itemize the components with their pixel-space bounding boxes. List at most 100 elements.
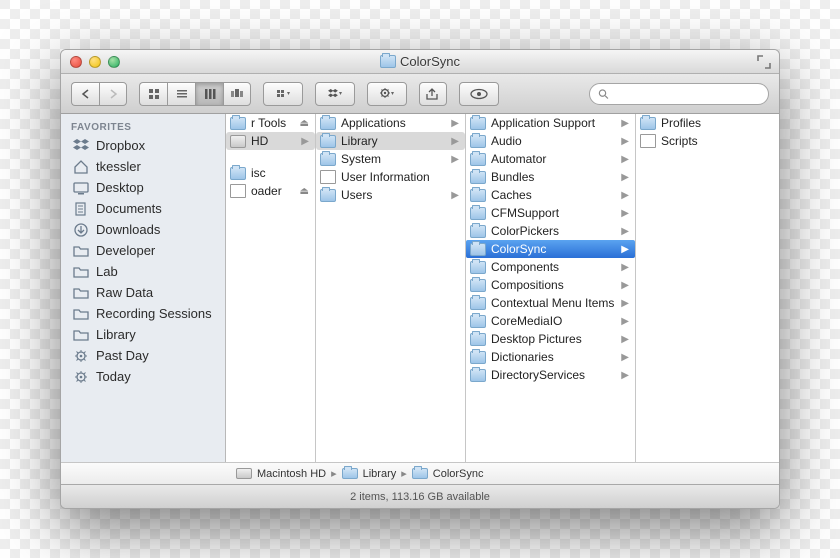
folder-icon	[470, 279, 486, 292]
list-item[interactable]: Applications▶	[316, 114, 465, 132]
folder-icon	[470, 315, 486, 328]
sidebar-item-desktop[interactable]: Desktop	[61, 177, 225, 198]
list-item[interactable]: System▶	[316, 150, 465, 168]
item-label: Application Support	[491, 116, 595, 130]
list-item[interactable]: oader⏏	[226, 182, 315, 200]
item-label: ColorSync	[491, 242, 546, 256]
item-label: Scripts	[661, 134, 698, 148]
list-item[interactable]: HD▶	[226, 132, 315, 150]
path-segment[interactable]: Macintosh HD	[257, 468, 326, 480]
window-body: FAVORITES DropboxtkesslerDesktopDocument…	[61, 114, 779, 462]
column-3[interactable]: Profiles Scripts	[636, 114, 716, 462]
item-label: Bundles	[491, 170, 534, 184]
share-button[interactable]	[419, 82, 447, 106]
quicklook-button[interactable]	[459, 82, 499, 106]
view-mode-buttons	[139, 82, 251, 106]
list-item[interactable]: Application Support ▶	[466, 114, 635, 132]
icon-view-button[interactable]	[139, 82, 167, 106]
list-item[interactable]: Bundles▶	[466, 168, 635, 186]
path-separator-icon: ▸	[331, 467, 337, 480]
list-item[interactable]: Automator▶	[466, 150, 635, 168]
sidebar-item-label: Lab	[96, 264, 118, 279]
list-item[interactable]: isc	[226, 164, 315, 182]
eject-icon[interactable]: ⏏	[300, 186, 309, 197]
folder-icon	[640, 117, 656, 130]
chevron-right-icon: ▶	[451, 190, 459, 201]
sidebar-item-library[interactable]: Library	[61, 324, 225, 345]
sidebar-item-label: Past Day	[96, 348, 149, 363]
sidebar-item-label: Recording Sessions	[96, 306, 212, 321]
list-item[interactable]: Caches▶	[466, 186, 635, 204]
list-item[interactable]: User Information	[316, 168, 465, 186]
column-1[interactable]: Applications▶Library▶System▶ User Informa…	[316, 114, 466, 462]
list-item[interactable]: Compositions▶	[466, 276, 635, 294]
chevron-right-icon: ▶	[451, 136, 459, 147]
list-item[interactable]: ColorPickers▶	[466, 222, 635, 240]
sidebar-item-today[interactable]: Today	[61, 366, 225, 387]
item-label: User Information	[341, 170, 430, 184]
chevron-right-icon: ▶	[621, 118, 629, 129]
list-item[interactable]: Desktop Pictures▶	[466, 330, 635, 348]
list-item[interactable]: DirectoryServices▶	[466, 366, 635, 384]
chevron-right-icon: ▶	[621, 262, 629, 273]
list-item[interactable]: Profiles	[636, 114, 716, 132]
titlebar[interactable]: ColorSync	[61, 50, 779, 74]
dropbox-button[interactable]	[315, 82, 355, 106]
zoom-button[interactable]	[108, 56, 120, 68]
search-field[interactable]	[589, 83, 769, 105]
fullscreen-button[interactable]	[757, 55, 771, 69]
list-item[interactable]: CoreMediaIO▶	[466, 312, 635, 330]
forward-button[interactable]	[99, 82, 127, 106]
sidebar-item-tkessler[interactable]: tkessler	[61, 156, 225, 177]
list-item[interactable]: Users▶	[316, 186, 465, 204]
document-icon	[640, 134, 656, 148]
close-button[interactable]	[70, 56, 82, 68]
list-item[interactable]: Dictionaries▶	[466, 348, 635, 366]
path-segment[interactable]: Library	[363, 468, 397, 480]
list-item[interactable]: Scripts	[636, 132, 716, 150]
search-icon	[598, 88, 609, 100]
folder-icon	[470, 243, 486, 256]
sidebar-item-label: tkessler	[96, 159, 141, 174]
chevron-right-icon: ▶	[621, 334, 629, 345]
path-segment[interactable]: ColorSync	[433, 468, 484, 480]
list-item[interactable]: Contextual Menu Items▶	[466, 294, 635, 312]
path-separator-icon: ▸	[401, 467, 407, 480]
list-item[interactable]: r Tools⏏	[226, 114, 315, 132]
sidebar[interactable]: FAVORITES DropboxtkesslerDesktopDocument…	[61, 114, 226, 462]
path-bar[interactable]: Macintosh HD ▸ Library ▸ ColorSync	[61, 462, 779, 484]
minimize-button[interactable]	[89, 56, 101, 68]
sidebar-item-developer[interactable]: Developer	[61, 240, 225, 261]
list-item[interactable]: CFMSupport▶	[466, 204, 635, 222]
folder-icon	[73, 328, 89, 342]
list-item[interactable]: Audio▶	[466, 132, 635, 150]
column-0[interactable]: r Tools⏏HD▶ iscoader⏏	[226, 114, 316, 462]
column-view-button[interactable]	[195, 82, 223, 106]
action-button[interactable]	[367, 82, 407, 106]
sidebar-item-recording-sessions[interactable]: Recording Sessions	[61, 303, 225, 324]
folder-icon	[380, 55, 396, 68]
list-item[interactable]: Components▶	[466, 258, 635, 276]
coverflow-view-button[interactable]	[223, 82, 251, 106]
sidebar-item-dropbox[interactable]: Dropbox	[61, 135, 225, 156]
item-label: Automator	[491, 152, 546, 166]
sidebar-item-raw-data[interactable]: Raw Data	[61, 282, 225, 303]
column-browser[interactable]: r Tools⏏HD▶iscoader⏏Applications▶Library…	[226, 114, 779, 462]
list-item[interactable]: Library▶	[316, 132, 465, 150]
sidebar-item-label: Raw Data	[96, 285, 153, 300]
folder-icon	[470, 135, 486, 148]
chevron-right-icon: ▶	[621, 190, 629, 201]
search-input[interactable]	[614, 88, 760, 100]
list-item[interactable]: ColorSync▶	[466, 240, 635, 258]
sidebar-item-documents[interactable]: Documents	[61, 198, 225, 219]
traffic-lights	[61, 56, 120, 68]
back-button[interactable]	[71, 82, 99, 106]
sidebar-item-label: Today	[96, 369, 131, 384]
sidebar-item-downloads[interactable]: Downloads	[61, 219, 225, 240]
sidebar-item-past-day[interactable]: Past Day	[61, 345, 225, 366]
eject-icon[interactable]: ⏏	[300, 118, 309, 129]
sidebar-item-lab[interactable]: Lab	[61, 261, 225, 282]
list-view-button[interactable]	[167, 82, 195, 106]
column-2[interactable]: Application Support▶Audio▶Automator▶Bund…	[466, 114, 636, 462]
arrange-button[interactable]	[263, 82, 303, 106]
